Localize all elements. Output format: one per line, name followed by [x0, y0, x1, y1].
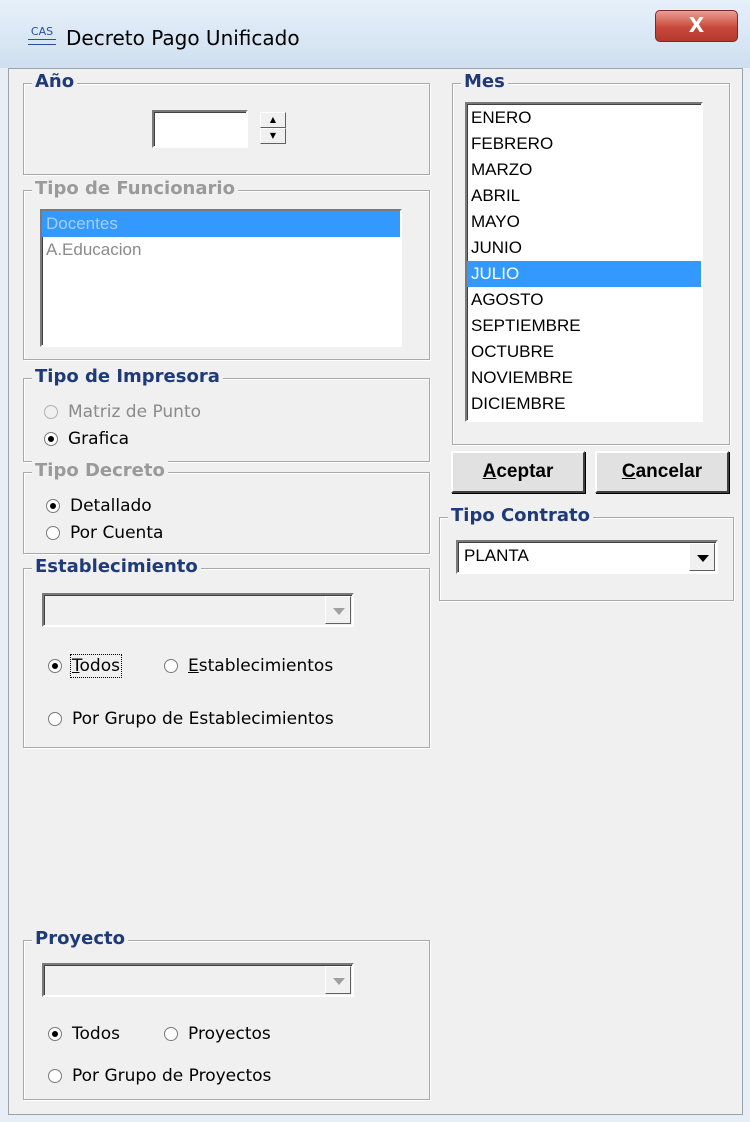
tipo-funcionario-list[interactable]: Docentes A.Educacion: [40, 209, 402, 347]
tipo-funcionario-legend: Tipo de Funcionario: [32, 178, 238, 199]
proyecto-group: Proyecto Todos Proyectos Por Grupo de Pr…: [23, 928, 430, 1100]
proyecto-combo[interactable]: [42, 963, 354, 997]
radio-unchecked-icon: [164, 659, 178, 673]
radio-label: Por Cuenta: [70, 523, 164, 543]
radio-label: Matriz de Punto: [68, 402, 202, 422]
radio-label: Establecimientos: [188, 656, 334, 676]
list-item[interactable]: ABRIL: [467, 183, 701, 209]
radio-label: Por Grupo de Establecimientos: [72, 709, 334, 729]
establecimiento-combo[interactable]: [42, 593, 354, 627]
dialog-client-area: Año ▲ ▼ Tipo de Funcionario Docentes A.E…: [8, 68, 743, 1115]
radio-por-cuenta[interactable]: Por Cuenta: [46, 522, 163, 544]
list-item[interactable]: A.Educacion: [42, 237, 400, 263]
radio-label: Detallado: [70, 496, 152, 516]
mes-group: Mes ENERO FEBRERO MARZO ABRIL MAYO JUNIO…: [452, 71, 730, 445]
list-item[interactable]: JUNIO: [467, 235, 701, 261]
radio-proyecto-todos[interactable]: Todos: [48, 1023, 120, 1045]
spin-down-icon[interactable]: ▼: [260, 128, 286, 144]
title-bar[interactable]: CAS Decreto Pago Unificado X: [0, 0, 750, 68]
spin-up-icon[interactable]: ▲: [260, 112, 286, 128]
radio-unchecked-icon: [164, 1027, 178, 1041]
list-item[interactable]: MARZO: [467, 157, 701, 183]
radio-grafica[interactable]: Grafica: [44, 428, 129, 450]
radio-label: Grafica: [68, 429, 130, 449]
tipo-impresora-legend: Tipo de Impresora: [32, 366, 223, 387]
list-item[interactable]: SEPTIEMBRE: [467, 313, 701, 339]
tipo-decreto-legend: Tipo Decreto: [32, 460, 168, 481]
aceptar-button[interactable]: Aceptar: [451, 451, 585, 493]
radio-establecimientos[interactable]: Establecimientos: [164, 655, 333, 677]
mes-list[interactable]: ENERO FEBRERO MARZO ABRIL MAYO JUNIO JUL…: [465, 102, 703, 422]
anio-group: Año ▲ ▼: [23, 71, 430, 175]
list-item[interactable]: MAYO: [467, 209, 701, 235]
radio-matriz-punto[interactable]: Matriz de Punto: [44, 401, 201, 423]
tipo-funcionario-group: Tipo de Funcionario Docentes A.Educacion: [23, 178, 430, 360]
tipo-contrato-combo[interactable]: PLANTA: [456, 540, 718, 574]
radio-label: Proyectos: [188, 1024, 271, 1044]
list-item[interactable]: AGOSTO: [467, 287, 701, 313]
radio-checked-icon: [48, 659, 62, 673]
dialog-window: CAS Decreto Pago Unificado X Año ▲ ▼ Tip…: [0, 0, 750, 1122]
list-item[interactable]: NOVIEMBRE: [467, 365, 701, 391]
radio-todos[interactable]: Todos: [48, 654, 122, 678]
app-icon: CAS: [28, 26, 56, 48]
radio-unchecked-icon: [48, 712, 62, 726]
radio-por-grupo-establecimientos[interactable]: Por Grupo de Establecimientos: [48, 708, 334, 730]
radio-checked-icon: [46, 499, 60, 513]
tipo-contrato-legend: Tipo Contrato: [448, 505, 593, 526]
radio-detallado[interactable]: Detallado: [46, 495, 152, 517]
list-item[interactable]: Docentes: [42, 211, 400, 237]
chevron-down-icon[interactable]: [689, 543, 715, 571]
anio-input[interactable]: [152, 110, 248, 148]
anio-legend: Año: [32, 71, 78, 92]
radio-por-grupo-proyectos[interactable]: Por Grupo de Proyectos: [48, 1065, 271, 1087]
anio-spinner[interactable]: ▲ ▼: [260, 112, 286, 144]
chevron-down-icon[interactable]: [325, 966, 351, 994]
chevron-down-icon[interactable]: [325, 596, 351, 624]
list-item[interactable]: FEBRERO: [467, 131, 701, 157]
window-title: Decreto Pago Unificado: [66, 26, 300, 50]
establecimiento-group: Establecimiento Todos Establecimientos P…: [23, 556, 430, 748]
mes-legend: Mes: [461, 71, 508, 92]
list-item[interactable]: DICIEMBRE: [467, 391, 701, 417]
list-item[interactable]: OCTUBRE: [467, 339, 701, 365]
list-item[interactable]: ENERO: [467, 105, 701, 131]
radio-unchecked-icon: [46, 526, 60, 540]
cancelar-button[interactable]: Cancelar: [595, 451, 729, 493]
tipo-decreto-group: Tipo Decreto Detallado Por Cuenta: [23, 460, 430, 554]
radio-label: Todos: [72, 1024, 120, 1044]
radio-checked-icon: [44, 432, 58, 446]
proyecto-legend: Proyecto: [32, 928, 129, 949]
radio-proyectos[interactable]: Proyectos: [164, 1023, 271, 1045]
radio-checked-icon: [48, 1027, 62, 1041]
radio-unchecked-icon: [44, 405, 58, 419]
tipo-impresora-group: Tipo de Impresora Matriz de Punto Grafic…: [23, 366, 430, 462]
radio-label: Por Grupo de Proyectos: [72, 1066, 272, 1086]
establecimiento-legend: Establecimiento: [32, 556, 201, 577]
combo-value: PLANTA: [464, 546, 529, 565]
radio-label: Todos: [70, 654, 122, 678]
close-button[interactable]: X: [655, 10, 738, 42]
radio-unchecked-icon: [48, 1069, 62, 1083]
tipo-contrato-group: Tipo Contrato PLANTA: [439, 505, 734, 601]
list-item-selected[interactable]: JULIO: [467, 261, 701, 287]
